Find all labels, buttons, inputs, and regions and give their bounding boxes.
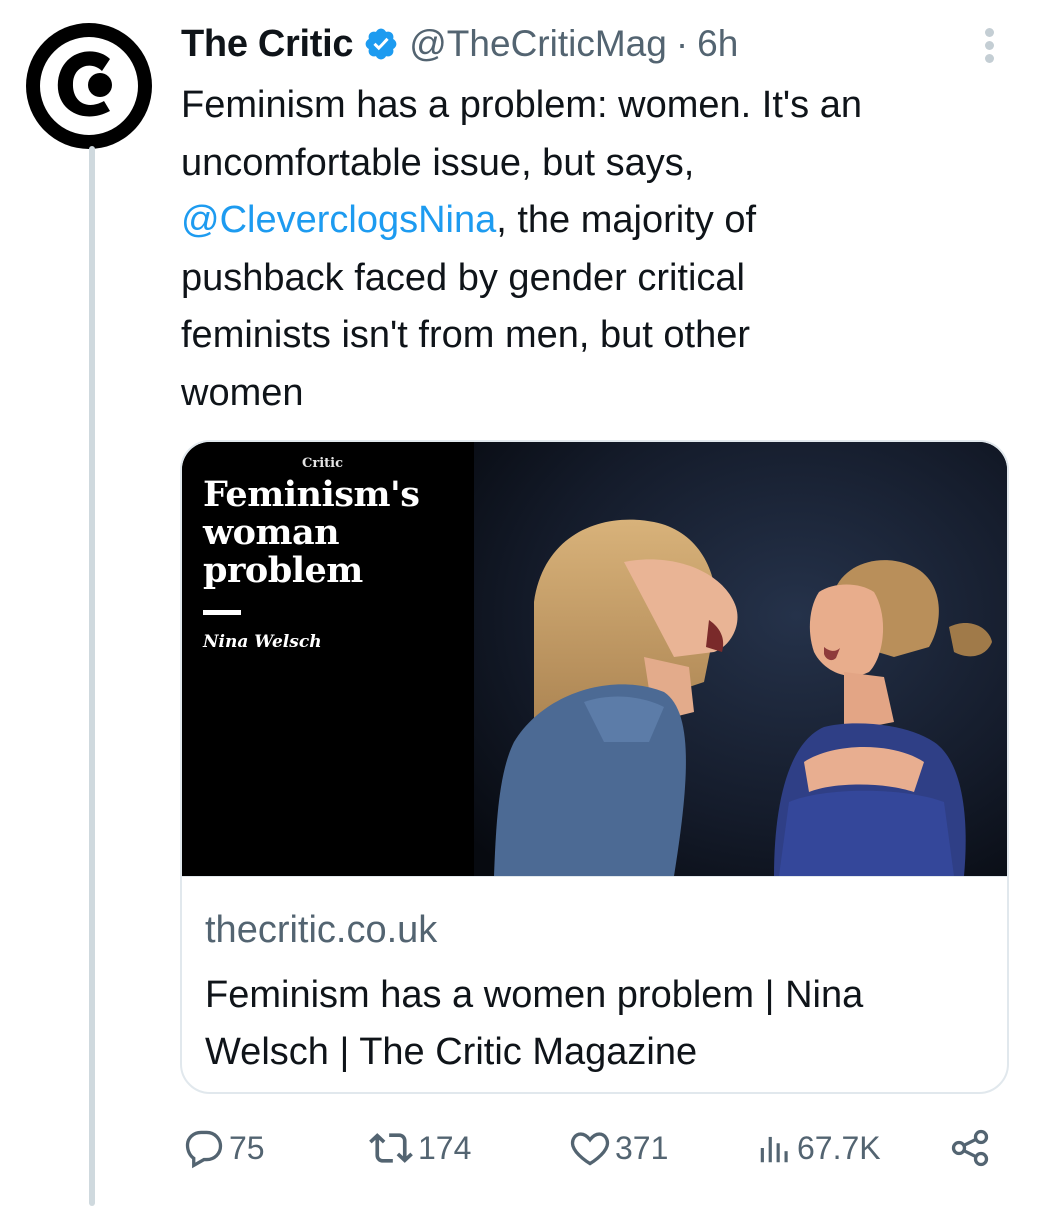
separator: · bbox=[675, 23, 689, 64]
views-button[interactable]: 67.7K bbox=[756, 1118, 881, 1178]
reply-button[interactable]: 75 bbox=[182, 1118, 265, 1178]
retweet-icon bbox=[369, 1133, 413, 1163]
retweet-count: 174 bbox=[418, 1129, 472, 1166]
card-image: Critic Feminism's woman problem Nina Wel… bbox=[182, 442, 1007, 876]
promo-divider bbox=[203, 610, 241, 615]
verified-badge-icon bbox=[363, 26, 399, 62]
link-preview-card[interactable]: Critic Feminism's woman problem Nina Wel… bbox=[180, 440, 1009, 1094]
the-critic-logo-icon bbox=[26, 23, 152, 149]
share-button[interactable] bbox=[948, 1118, 992, 1178]
promo-headline: Feminism's woman problem bbox=[203, 474, 420, 591]
promo-author: Nina Welsch bbox=[203, 632, 322, 652]
promo-logo: Critic bbox=[302, 456, 343, 471]
reply-icon bbox=[185, 1130, 223, 1169]
tweet-header: The Critic @TheCriticMag · 6h bbox=[181, 18, 738, 70]
like-button[interactable]: 371 bbox=[568, 1118, 668, 1178]
author-name[interactable]: The Critic bbox=[181, 23, 354, 66]
tweet-text: Feminism has a problem: women. It's an u… bbox=[181, 77, 1011, 422]
card-title: Feminism has a women problem | Nina Wels… bbox=[205, 974, 864, 1073]
reply-count: 75 bbox=[229, 1129, 265, 1166]
card-meta: thecritic.co.uk Feminism has a women pro… bbox=[182, 876, 1007, 1092]
timestamp[interactable]: 6h bbox=[697, 23, 738, 65]
article-photo bbox=[474, 442, 1007, 876]
view-count: 67.7K bbox=[797, 1129, 881, 1166]
card-domain: thecritic.co.uk bbox=[205, 909, 438, 951]
more-vertical-icon[interactable] bbox=[979, 28, 999, 70]
heart-icon bbox=[570, 1132, 610, 1166]
author-avatar[interactable] bbox=[26, 23, 152, 149]
mention-link[interactable]: @CleverclogsNina bbox=[181, 199, 496, 241]
thread-line bbox=[89, 146, 95, 1206]
retweet-button[interactable]: 174 bbox=[367, 1118, 471, 1178]
like-count: 371 bbox=[615, 1129, 669, 1166]
article-promo-panel: Critic Feminism's woman problem Nina Wel… bbox=[182, 442, 474, 876]
share-icon bbox=[951, 1129, 989, 1167]
tweet-text-part-1: Feminism has a problem: women. It's an u… bbox=[181, 84, 862, 184]
author-handle[interactable]: @TheCriticMag bbox=[409, 23, 667, 65]
tweet-actions: 75 174 371 67.7K bbox=[180, 1118, 1010, 1178]
views-chart-icon bbox=[760, 1136, 788, 1163]
